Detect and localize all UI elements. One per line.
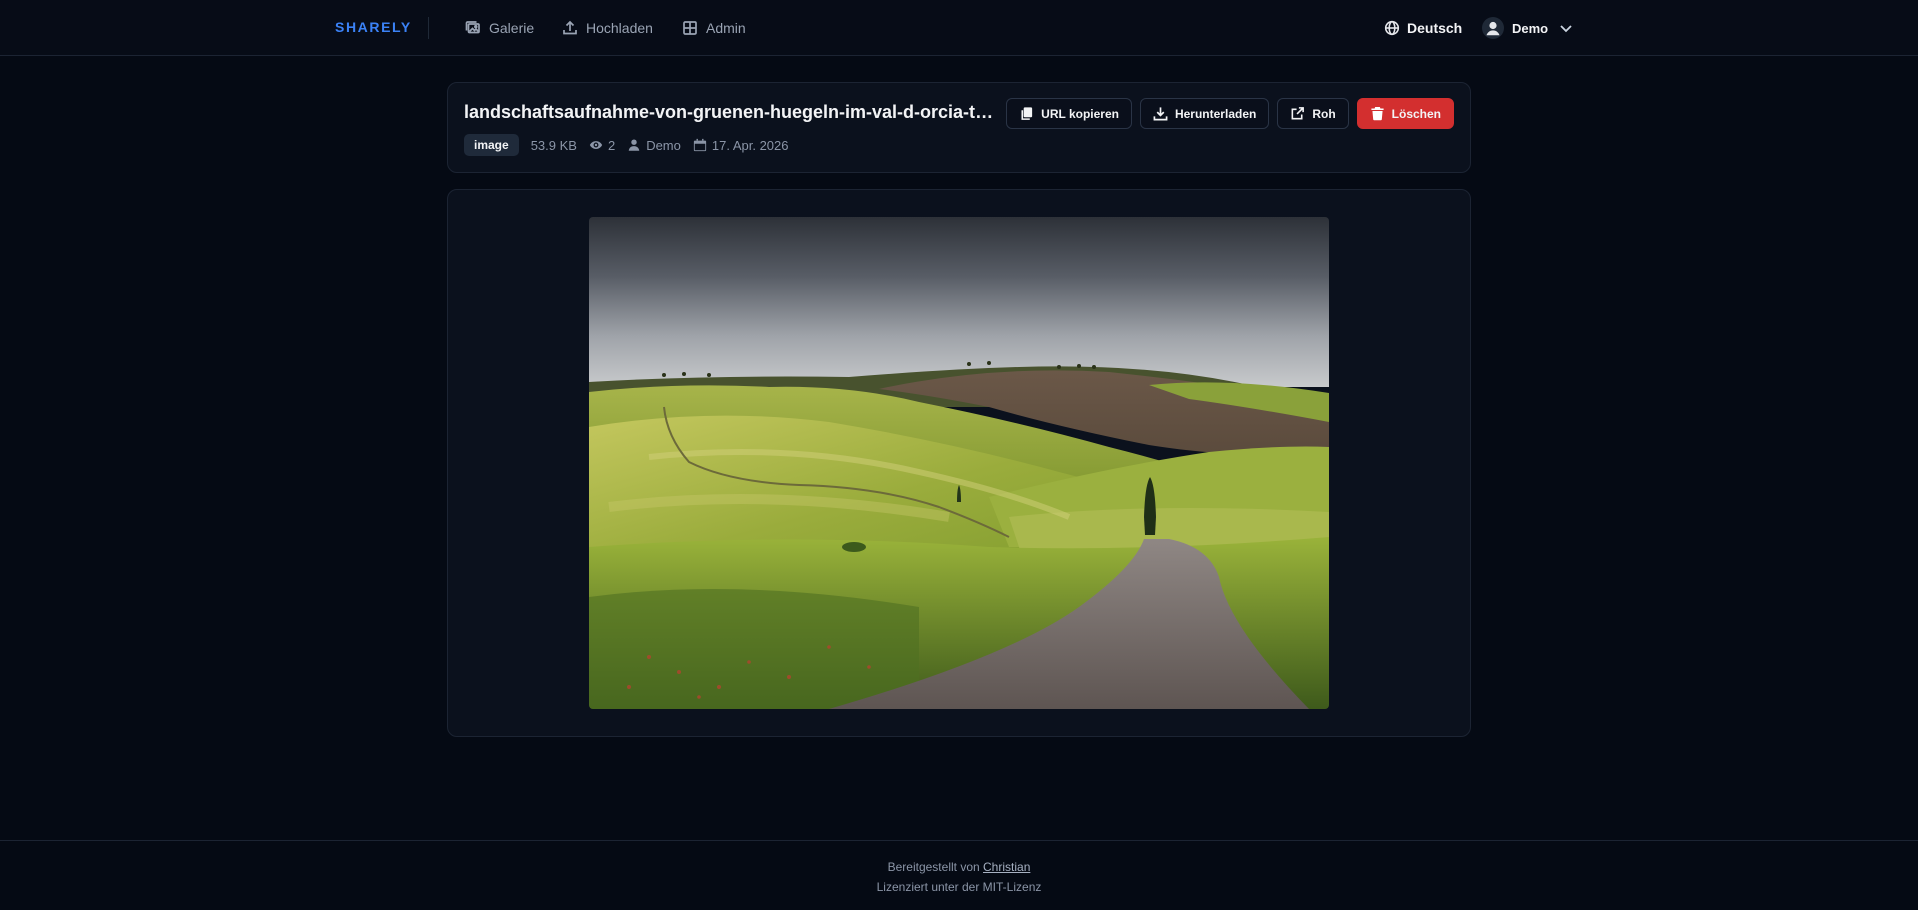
user-icon bbox=[628, 139, 640, 151]
user-name: Demo bbox=[1512, 20, 1549, 36]
file-owner: Demo bbox=[627, 138, 681, 153]
author-link[interactable]: Christian bbox=[983, 860, 1030, 874]
view-count: 2 bbox=[589, 138, 615, 153]
download-icon bbox=[1153, 107, 1168, 121]
top-navbar: SHARELY Galerie Hochladen Admin Deutsch … bbox=[0, 0, 1918, 56]
image-preview[interactable] bbox=[589, 217, 1329, 709]
nav-item-label: Galerie bbox=[489, 20, 535, 36]
file-title: landschaftsaufnahme-von-gruenen-huegeln-… bbox=[464, 102, 1004, 122]
copy-icon bbox=[1021, 107, 1033, 120]
nav-item-label: Hochladen bbox=[586, 20, 653, 36]
user-menu[interactable]: Demo bbox=[1482, 15, 1574, 41]
file-type-badge: image bbox=[464, 134, 519, 156]
download-label: Herunterladen bbox=[1174, 106, 1257, 121]
copy-url-button[interactable]: URL kopieren bbox=[1006, 98, 1132, 129]
external-link-icon bbox=[1291, 107, 1305, 120]
file-owner-value: Demo bbox=[646, 137, 681, 153]
raw-button[interactable]: Roh bbox=[1277, 98, 1349, 129]
landscape-photo bbox=[589, 217, 1329, 709]
download-button[interactable]: Herunterladen bbox=[1139, 98, 1270, 129]
trash-icon bbox=[1371, 106, 1384, 121]
file-meta: image 53.9 KB 2 Demo 17. Apr. 2026 bbox=[464, 134, 789, 156]
language-label: Deutsch bbox=[1407, 20, 1463, 36]
upload-date: 17. Apr. 2026 bbox=[693, 138, 789, 153]
upload-icon bbox=[563, 20, 577, 35]
footer-credit: Bereitgestellt von Christian bbox=[0, 860, 1918, 874]
nav-divider bbox=[428, 17, 429, 39]
gallery-icon bbox=[465, 21, 480, 34]
nav-item-hochladen[interactable]: Hochladen bbox=[562, 17, 653, 39]
delete-label: Löschen bbox=[1391, 106, 1441, 121]
footer-license: Lizenziert unter der MIT-Lizenz bbox=[876, 880, 1042, 894]
grid-icon bbox=[683, 21, 697, 35]
file-header-card: landschaftsaufnahme-von-gruenen-huegeln-… bbox=[447, 82, 1471, 173]
nav-item-admin[interactable]: Admin bbox=[682, 17, 746, 39]
footer: Bereitgestellt von Christian Lizenziert … bbox=[0, 840, 1918, 910]
nav-item-label: Admin bbox=[706, 20, 746, 36]
image-preview-card bbox=[447, 189, 1471, 737]
view-count-value: 2 bbox=[607, 137, 616, 153]
eye-icon bbox=[589, 141, 603, 149]
footer-provided-by: Bereitgestellt von bbox=[887, 860, 980, 874]
copy-url-label: URL kopieren bbox=[1041, 106, 1119, 121]
avatar bbox=[1482, 17, 1504, 39]
file-size-value: 53.9 KB bbox=[530, 137, 577, 153]
file-size: 53.9 KB bbox=[531, 138, 577, 153]
language-selector[interactable]: Deutsch bbox=[1384, 17, 1462, 39]
nav-item-galerie[interactable]: Galerie bbox=[465, 17, 534, 39]
calendar-icon bbox=[693, 138, 706, 152]
chevron-down-icon bbox=[1560, 25, 1572, 33]
brand-logo[interactable]: SHARELY bbox=[335, 19, 412, 35]
upload-date-value: 17. Apr. 2026 bbox=[711, 137, 789, 153]
delete-button[interactable]: Löschen bbox=[1356, 98, 1454, 129]
raw-label: Roh bbox=[1312, 106, 1336, 121]
globe-icon bbox=[1384, 20, 1400, 36]
file-actions: URL kopieren Herunterladen Roh Löschen bbox=[1006, 98, 1454, 129]
